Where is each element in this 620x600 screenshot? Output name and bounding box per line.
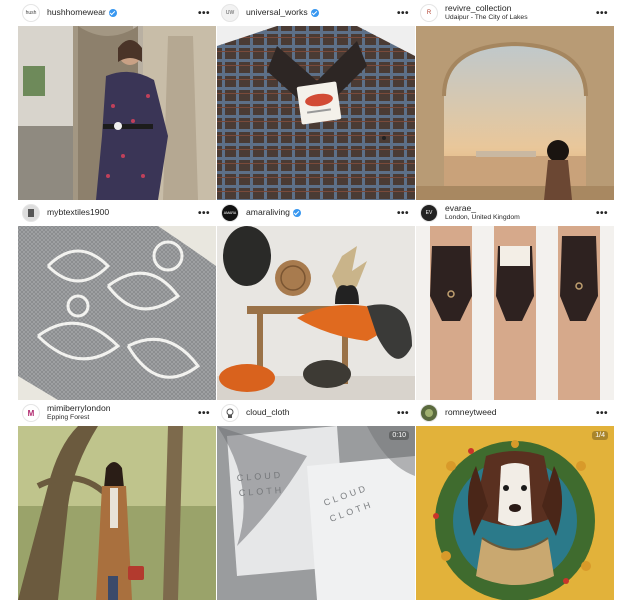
post-header: romneytweed ••• bbox=[416, 400, 614, 426]
more-options-icon[interactable]: ••• bbox=[397, 408, 409, 419]
username[interactable]: amaraliving bbox=[246, 208, 290, 217]
username[interactable]: evarae_ bbox=[445, 204, 476, 213]
avatar[interactable]: R bbox=[420, 4, 438, 22]
post-header: M mimiberrylondon Epping Forest ••• bbox=[18, 400, 216, 426]
post-header: mybtextiles1900 ••• bbox=[18, 200, 216, 226]
avatar[interactable] bbox=[22, 204, 40, 222]
post-image[interactable] bbox=[18, 26, 216, 200]
avatar[interactable] bbox=[221, 404, 239, 422]
post-card: mybtextiles1900 ••• bbox=[18, 200, 216, 400]
more-options-icon[interactable]: ••• bbox=[198, 408, 210, 419]
post-card: romneytweed ••• 1/4 bbox=[416, 400, 614, 600]
post-card: AMARA amaraliving ••• bbox=[217, 200, 415, 400]
post-header: hush hushhomewear ••• bbox=[18, 0, 216, 26]
tweed-logo-icon bbox=[425, 409, 433, 417]
username[interactable]: hushhomewear bbox=[47, 8, 106, 17]
post-image[interactable] bbox=[217, 226, 415, 400]
more-options-icon[interactable]: ••• bbox=[596, 408, 608, 419]
feed-grid: hush hushhomewear ••• UW universal_works… bbox=[18, 0, 614, 600]
post-image[interactable] bbox=[18, 426, 216, 600]
more-options-icon[interactable]: ••• bbox=[596, 208, 608, 219]
more-options-icon[interactable]: ••• bbox=[397, 8, 409, 19]
post-image[interactable]: 1/4 bbox=[416, 426, 614, 600]
more-options-icon[interactable]: ••• bbox=[397, 208, 409, 219]
verified-badge-icon bbox=[292, 208, 301, 217]
post-image[interactable] bbox=[217, 26, 415, 200]
username[interactable]: cloud_cloth bbox=[246, 408, 289, 417]
post-image[interactable]: CLOUD CLOTH CLOUD CLOTH 0:10 bbox=[217, 426, 415, 600]
verified-badge-icon bbox=[108, 8, 117, 17]
more-options-icon[interactable]: ••• bbox=[198, 8, 210, 19]
avatar[interactable]: UW bbox=[221, 4, 239, 22]
post-image[interactable] bbox=[416, 26, 614, 200]
username[interactable]: universal_works bbox=[246, 8, 308, 17]
more-options-icon[interactable]: ••• bbox=[596, 8, 608, 19]
cloud-logo-icon bbox=[226, 408, 234, 418]
post-image[interactable] bbox=[416, 226, 614, 400]
location[interactable]: Udaipur - The City of Lakes bbox=[445, 14, 596, 21]
post-image[interactable] bbox=[18, 226, 216, 400]
username[interactable]: romneytweed bbox=[445, 408, 497, 417]
post-card: UW universal_works ••• bbox=[217, 0, 415, 200]
avatar[interactable]: EV bbox=[420, 204, 438, 222]
avatar[interactable] bbox=[420, 404, 438, 422]
username[interactable]: mybtextiles1900 bbox=[47, 208, 109, 217]
post-card: EV evarae_ London, United Kingdom ••• bbox=[416, 200, 614, 400]
avatar[interactable]: M bbox=[22, 404, 40, 422]
post-header: EV evarae_ London, United Kingdom ••• bbox=[416, 200, 614, 226]
location[interactable]: London, United Kingdom bbox=[445, 214, 596, 221]
post-header: cloud_cloth ••• bbox=[217, 400, 415, 426]
avatar[interactable]: AMARA bbox=[221, 204, 239, 222]
carousel-count-badge: 1/4 bbox=[592, 431, 608, 440]
post-header: UW universal_works ••• bbox=[217, 0, 415, 26]
verified-badge-icon bbox=[310, 8, 319, 17]
username[interactable]: revivre_collection bbox=[445, 4, 511, 13]
post-card: M mimiberrylondon Epping Forest ••• bbox=[18, 400, 216, 600]
avatar[interactable]: hush bbox=[22, 4, 40, 22]
video-duration-badge: 0:10 bbox=[389, 431, 409, 440]
post-card: cloud_cloth ••• CLOUD CLOTH CLOUD CLOTH … bbox=[217, 400, 415, 600]
post-header: AMARA amaraliving ••• bbox=[217, 200, 415, 226]
post-card: R revivre_collection Udaipur - The City … bbox=[416, 0, 614, 200]
location[interactable]: Epping Forest bbox=[47, 414, 198, 421]
post-header: R revivre_collection Udaipur - The City … bbox=[416, 0, 614, 26]
username[interactable]: mimiberrylondon bbox=[47, 404, 111, 413]
more-options-icon[interactable]: ••• bbox=[198, 208, 210, 219]
textile-logo-icon bbox=[28, 209, 34, 217]
post-card: hush hushhomewear ••• bbox=[18, 0, 216, 200]
